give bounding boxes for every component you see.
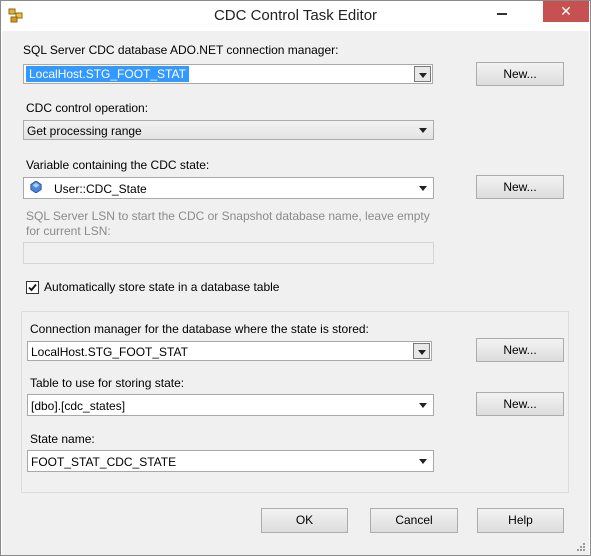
title-bar[interactable]: CDC Control Task Editor ✕ <box>1 1 590 31</box>
auto-store-label[interactable]: Automatically store state in a database … <box>44 280 279 294</box>
new-connection-manager-button[interactable]: New... <box>476 62 564 86</box>
connection-manager-combo[interactable]: LocalHost.STG_FOOT_STAT <box>23 64 433 84</box>
connection-manager-label: SQL Server CDC database ADO.NET connecti… <box>23 43 339 57</box>
chevron-down-icon[interactable] <box>415 453 432 469</box>
state-connection-value: LocalHost.STG_FOOT_STAT <box>31 345 188 359</box>
resize-grip-icon[interactable] <box>576 542 586 552</box>
state-table-value: [dbo].[cdc_states] <box>31 399 126 413</box>
state-name-combo[interactable]: FOOT_STAT_CDC_STATE <box>27 450 434 472</box>
new-state-table-button[interactable]: New... <box>476 392 564 416</box>
minimize-button[interactable] <box>493 7 513 21</box>
connection-manager-value: LocalHost.STG_FOOT_STAT <box>26 66 189 82</box>
help-button[interactable]: Help <box>477 508 564 533</box>
chevron-down-icon[interactable] <box>413 343 430 359</box>
state-connection-combo[interactable]: LocalHost.STG_FOOT_STAT <box>27 341 432 361</box>
auto-store-checkbox[interactable] <box>26 281 39 294</box>
cdc-operation-combo[interactable]: Get processing range <box>23 120 434 140</box>
minimize-icon <box>497 13 507 15</box>
close-icon: ✕ <box>560 3 572 19</box>
checkmark-icon <box>28 283 37 292</box>
ok-button[interactable]: OK <box>261 508 348 533</box>
state-table-combo[interactable]: [dbo].[cdc_states] <box>27 394 434 416</box>
state-variable-value: User::CDC_State <box>54 182 147 196</box>
variable-icon <box>30 181 42 193</box>
new-state-variable-button[interactable]: New... <box>476 175 564 199</box>
state-name-label: State name: <box>30 432 95 446</box>
lsn-input[interactable] <box>23 242 434 264</box>
chevron-down-icon[interactable] <box>415 397 432 413</box>
cdc-control-task-editor-window: CDC Control Task Editor ✕ SQL Server CDC… <box>0 0 591 556</box>
dialog-body: SQL Server CDC database ADO.NET connecti… <box>2 31 589 555</box>
lsn-label: SQL Server LSN to start the CDC or Snaps… <box>26 209 430 238</box>
cdc-operation-label: CDC control operation: <box>26 101 149 115</box>
chevron-down-icon[interactable] <box>415 180 432 196</box>
chevron-down-icon[interactable] <box>414 66 431 82</box>
state-variable-label: Variable containing the CDC state: <box>26 158 210 172</box>
state-connection-label: Connection manager for the database wher… <box>30 322 369 336</box>
state-variable-combo[interactable]: User::CDC_State <box>23 177 434 199</box>
cdc-operation-value: Get processing range <box>27 124 142 138</box>
new-state-connection-button[interactable]: New... <box>476 338 564 362</box>
close-button[interactable]: ✕ <box>543 1 589 22</box>
chevron-down-icon[interactable] <box>415 122 432 138</box>
state-table-label: Table to use for storing state: <box>30 376 185 390</box>
cancel-button[interactable]: Cancel <box>370 508 458 533</box>
state-name-value: FOOT_STAT_CDC_STATE <box>31 455 177 469</box>
